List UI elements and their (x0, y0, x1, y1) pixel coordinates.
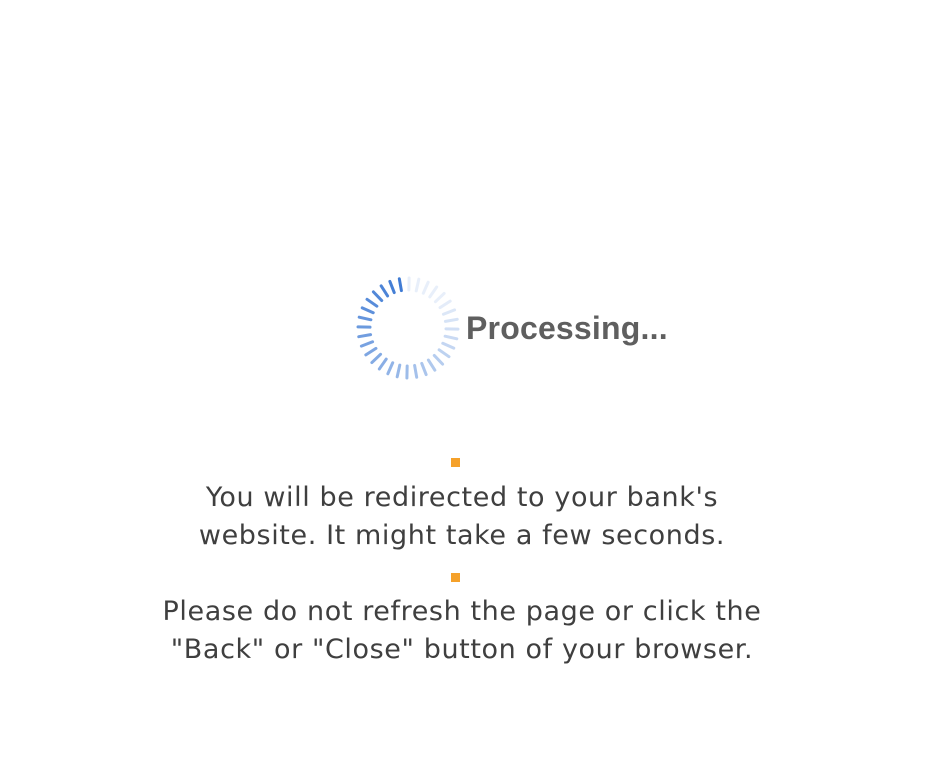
spinner-tick (377, 357, 388, 371)
redirect-message-line: website. It might take a few seconds. (198, 520, 726, 551)
processing-indicator: Processing... (356, 276, 668, 380)
spinner-tick (364, 346, 378, 357)
spinner-tick (365, 297, 379, 308)
spinner-tick (370, 352, 383, 365)
spinner-tick (432, 353, 445, 366)
spinner-tick (441, 341, 456, 350)
message-bullet (451, 573, 460, 582)
warning-message-line: Please do not refresh the page or click … (162, 596, 762, 627)
spinner-tick (438, 299, 452, 310)
spinner-tick (443, 317, 459, 323)
redirect-processing-page: Processing... You will be redirected to … (0, 0, 946, 780)
spinner-tick (428, 285, 439, 299)
spinner-tick (357, 333, 373, 339)
spinner-tick (433, 291, 446, 304)
spinner-tick (437, 348, 451, 359)
spinner-tick (371, 290, 384, 303)
spinner-tick (414, 277, 421, 293)
spinner-tick (420, 361, 428, 377)
spinner-tick (357, 315, 373, 322)
spinner-tick (388, 279, 396, 295)
spinner-tick (421, 280, 430, 295)
loading-spinner-icon (356, 276, 460, 380)
spinner-tick (413, 363, 419, 379)
spinner-tick (360, 306, 375, 315)
warning-message: Please do not refresh the page or click … (0, 593, 924, 669)
spinner-tick (397, 277, 403, 293)
warning-message-line: "Back" or "Close" button of your browser… (170, 634, 754, 665)
redirect-message-line: You will be redirected to your bank's (205, 482, 719, 513)
spinner-tick (426, 358, 437, 372)
message-bullet (451, 458, 460, 467)
spinner-tick (386, 361, 395, 376)
spinner-tick (443, 334, 459, 341)
spinner-tick (395, 363, 402, 379)
processing-label: Processing... (466, 309, 668, 346)
spinner-tick (441, 308, 457, 316)
spinner-tick (359, 340, 375, 348)
redirect-message: You will be redirected to your bank's we… (0, 479, 924, 555)
spinner-tick (379, 284, 390, 298)
